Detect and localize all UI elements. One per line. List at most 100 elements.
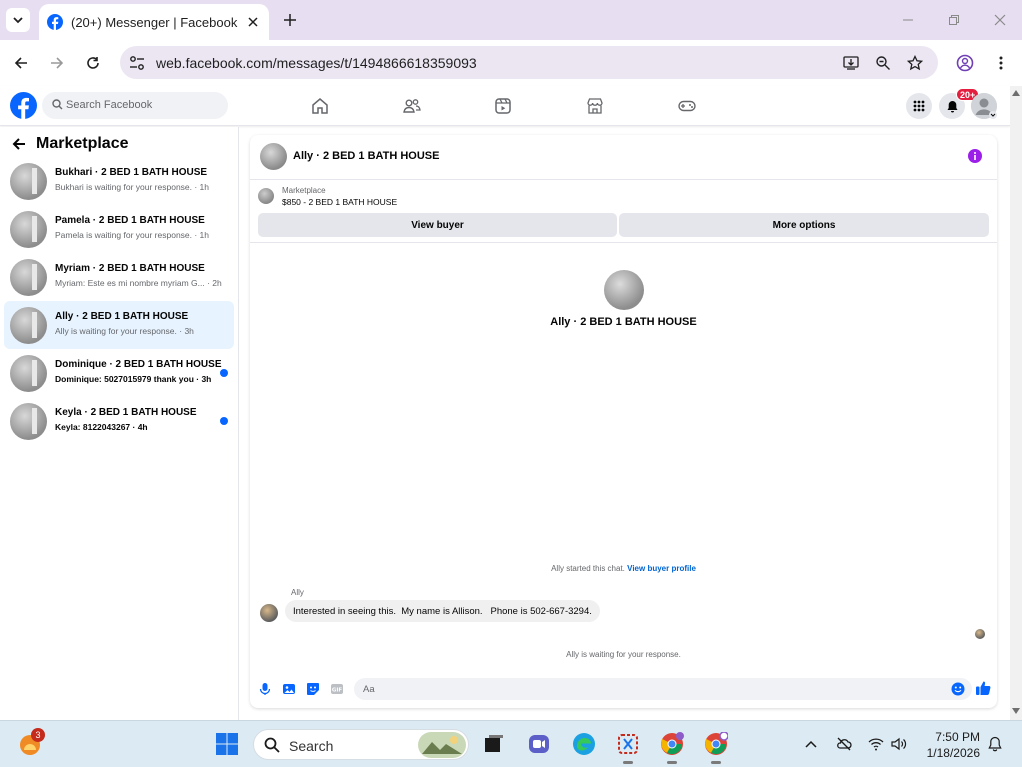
message-sender-name: Ally [291,588,304,597]
chevron-down-icon [989,111,997,119]
conversation-preview: Dominique: 5027015979 thank you · 3h [55,374,212,384]
more-vertical-icon [999,56,1003,70]
menu-grid-button[interactable] [906,93,932,119]
site-settings-icon[interactable] [128,54,146,72]
app-notification-badge: 3 [31,728,45,742]
conversation-item[interactable]: Dominique · 2 BED 1 BATH HOUSE Dominique… [4,349,234,397]
friends-icon[interactable] [403,97,421,115]
conversation-name: Pamela · 2 BED 1 BATH HOUSE [55,215,205,226]
reload-button[interactable] [82,52,104,74]
close-window-button[interactable] [990,10,1010,30]
avatar [10,307,47,344]
sticker-icon[interactable] [306,682,320,696]
chevron-up-icon[interactable] [805,739,817,749]
tab-search-button[interactable] [6,8,30,32]
snipping-tool-icon[interactable] [616,732,640,756]
home-icon[interactable] [311,97,329,115]
clock-time: 7:50 PM [935,730,980,744]
address-bar[interactable]: web.facebook.com/messages/t/149486661835… [120,46,938,79]
reload-icon [87,57,99,69]
message-input-placeholder: Aa [363,684,375,695]
conversation-item[interactable]: Keyla · 2 BED 1 BATH HOUSE Keyla: 812204… [4,397,234,445]
url-text[interactable]: web.facebook.com/messages/t/149486661835… [156,55,477,71]
browser-tab-strip: (20+) Messenger | Facebook [0,0,1022,40]
view-buyer-profile-link[interactable]: View buyer profile [627,564,696,573]
profile-icon [956,54,974,72]
video-icon[interactable] [494,97,512,115]
conversation-item[interactable]: Pamela · 2 BED 1 BATH HOUSE Pamela is wa… [4,205,234,253]
marketplace-label: Marketplace [282,186,326,195]
view-buyer-button[interactable]: View buyer [258,213,617,237]
gaming-icon[interactable] [678,97,696,115]
wifi-icon[interactable] [868,737,884,751]
browser-tab-active[interactable]: (20+) Messenger | Facebook [39,4,269,40]
avatar [10,403,47,440]
page-scrollbar[interactable] [1010,86,1022,720]
conversation-item[interactable]: Myriam · 2 BED 1 BATH HOUSE Myriam: Este… [4,253,234,301]
scroll-down-icon[interactable] [1012,708,1020,714]
close-icon [248,17,258,27]
windows-taskbar: 3 Search 7:50 PM 1/18/2026 [0,720,1022,767]
new-tab-button[interactable] [280,10,300,30]
microphone-icon[interactable] [258,682,272,696]
bookmark-star-icon[interactable] [906,54,924,72]
marketplace-listing-bar: Marketplace $850 - 2 BED 1 BATH HOUSE Vi… [250,179,997,243]
gif-icon[interactable]: GIF [330,682,344,696]
search-placeholder: Search Facebook [66,99,153,111]
scroll-up-icon[interactable] [1012,90,1020,96]
facebook-search-input[interactable]: Search Facebook [42,92,228,119]
running-indicator [623,761,633,764]
marketplace-icon[interactable] [586,97,604,115]
thumbs-up-icon[interactable] [975,680,991,696]
notification-bell-icon[interactable] [988,736,1002,752]
install-app-icon[interactable] [842,54,860,72]
conversation-sidebar: Marketplace Bukhari · 2 BED 1 BATH HOUSE… [0,127,239,720]
more-options-button[interactable]: More options [619,213,989,237]
listing-thumbnail [258,188,274,204]
taskbar-search-input[interactable]: Search [253,729,469,760]
video-call-app-icon[interactable] [527,732,551,756]
plus-icon [284,14,296,26]
chrome-browser-icon[interactable] [660,732,684,756]
info-icon[interactable] [968,149,982,163]
system-clock[interactable]: 7:50 PM 1/18/2026 [920,729,980,761]
browser-menu-button[interactable] [990,52,1012,74]
conversation-item[interactable]: Bukhari · 2 BED 1 BATH HOUSE Bukhari is … [4,157,234,205]
task-view-icon[interactable] [482,732,506,756]
back-button[interactable] [10,52,32,74]
tab-close-button[interactable] [245,14,261,30]
chrome-profile-icon[interactable] [704,732,728,756]
volume-icon[interactable] [891,737,907,751]
taskbar-search-placeholder: Search [289,738,334,754]
cloud-offline-icon[interactable] [836,737,852,751]
zoom-icon[interactable] [874,54,892,72]
edge-browser-icon[interactable] [572,732,596,756]
message-bubble[interactable]: Interested in seeing this. My name is Al… [285,600,600,622]
emoji-icon[interactable] [951,682,965,696]
photo-icon[interactable] [282,682,296,696]
conversation-preview: Ally is waiting for your response. · 3h [55,326,194,336]
facebook-header: Search Facebook 20+ [0,86,1010,126]
facebook-logo-icon[interactable] [10,92,37,119]
restore-button[interactable] [944,10,964,30]
arrow-left-icon [14,57,27,69]
chevron-down-icon [13,17,23,24]
profile-button[interactable] [954,52,976,74]
arrow-left-icon[interactable] [12,137,26,151]
search-icon [264,737,280,753]
chat-header-title[interactable]: Ally · 2 BED 1 BATH HOUSE [293,150,440,162]
windows-start-icon[interactable] [215,732,239,756]
facebook-favicon-icon [47,14,63,30]
conversation-name: Myriam · 2 BED 1 BATH HOUSE [55,263,205,274]
avatar [10,355,47,392]
bell-icon [947,100,957,112]
message-input[interactable]: Aa [354,678,972,700]
forward-button[interactable] [46,52,68,74]
avatar [10,163,47,200]
tab-title: (20+) Messenger | Facebook [71,14,238,30]
conversation-item-active[interactable]: Ally · 2 BED 1 BATH HOUSE Ally is waitin… [4,301,234,349]
search-icon [52,99,63,110]
conversation-name: Keyla · 2 BED 1 BATH HOUSE [55,407,197,418]
chat-header-avatar[interactable] [260,143,287,170]
minimize-button[interactable] [898,10,918,30]
